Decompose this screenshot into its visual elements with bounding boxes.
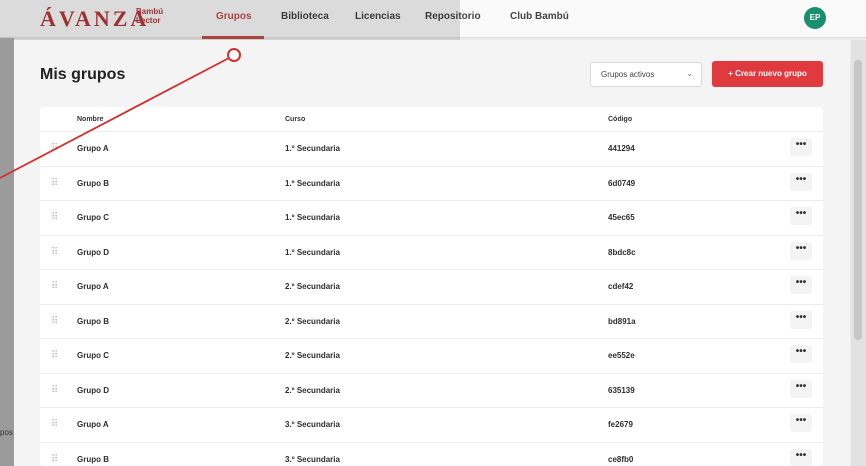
group-code: 635139: [608, 385, 635, 395]
nav-club-bambu[interactable]: Club Bambú: [510, 11, 569, 22]
side-text-fragment: pos: [0, 428, 13, 437]
create-group-button[interactable]: + Crear nuevo grupo: [712, 61, 823, 87]
group-course: 1.º Secundaria: [285, 213, 340, 222]
brand-sub-line-2: Lector: [136, 16, 161, 25]
more-options-icon[interactable]: •••: [790, 241, 812, 260]
group-name[interactable]: Grupo C: [77, 213, 109, 222]
table-row[interactable]: ⠿ Grupo A 1.º Secundaria 441294 •••: [40, 131, 823, 166]
group-code: bd891a: [608, 316, 636, 326]
drag-handle-icon[interactable]: ⠿: [51, 419, 58, 430]
drag-handle-icon[interactable]: ⠿: [51, 247, 58, 258]
drag-handle-icon[interactable]: ⠿: [51, 454, 58, 465]
group-status-value: Grupos activos: [601, 70, 655, 79]
group-name[interactable]: Grupo D: [77, 248, 109, 257]
group-name[interactable]: Grupo B: [77, 455, 109, 464]
group-name[interactable]: Grupo D: [77, 386, 109, 395]
group-course: 2.º Secundaria: [285, 351, 340, 360]
table-header: Nombre Curso Código: [40, 107, 823, 131]
group-status-select[interactable]: Grupos activos ⌄: [590, 62, 702, 87]
table-row[interactable]: ⠿ Grupo B 2.º Secundaria bd891a •••: [40, 303, 823, 339]
more-options-icon[interactable]: •••: [790, 276, 812, 294]
brand-sublogo: Bambú Lector: [136, 7, 163, 25]
group-course: 3.º Secundaria: [285, 420, 340, 429]
group-code: ce8fb0: [608, 454, 634, 464]
more-options-icon[interactable]: •••: [790, 207, 812, 225]
brand-logo[interactable]: ÁVANZA: [40, 6, 149, 32]
drag-handle-icon[interactable]: ⠿: [51, 178, 58, 189]
header-course[interactable]: Curso: [285, 116, 305, 123]
more-options-icon[interactable]: •••: [790, 448, 812, 466]
group-name[interactable]: Grupo B: [77, 317, 109, 326]
drag-handle-icon[interactable]: ⠿: [51, 385, 58, 396]
group-course: 3.º Secundaria: [285, 454, 340, 464]
group-code: 6d0749: [608, 178, 636, 188]
group-name[interactable]: Grupo A: [77, 282, 109, 291]
group-name[interactable]: Grupo B: [77, 179, 109, 188]
table-row[interactable]: ⠿ Grupo B 3.º Secundaria ce8fb0 •••: [40, 441, 823, 466]
table-row[interactable]: ⠿ Grupo A 2.º Secundaria cdef42 •••: [40, 269, 823, 304]
group-code: 45ec65: [608, 213, 635, 222]
scrollbar-thumb[interactable]: [854, 60, 862, 340]
group-name[interactable]: Grupo C: [77, 351, 109, 360]
nav-grupos[interactable]: Grupos: [216, 11, 252, 22]
group-code: fe2679: [608, 420, 633, 429]
more-options-icon[interactable]: •••: [790, 379, 812, 398]
drag-handle-icon[interactable]: ⠿: [51, 350, 58, 361]
group-code: 8bdc8c: [608, 247, 636, 257]
more-options-icon[interactable]: •••: [790, 172, 812, 191]
nav-biblioteca[interactable]: Biblioteca: [281, 11, 329, 22]
more-options-icon[interactable]: •••: [790, 310, 812, 329]
table-row[interactable]: ⠿ Grupo A 3.º Secundaria fe2679 •••: [40, 407, 823, 442]
drag-handle-icon[interactable]: ⠿: [51, 212, 58, 223]
groups-table: Nombre Curso Código ⠿ Grupo A 1.º Secundar…: [40, 107, 823, 466]
chevron-down-icon: ⌄: [686, 69, 693, 78]
header-name[interactable]: Nombre: [77, 116, 103, 123]
page-title: Mis grupos: [40, 66, 126, 83]
group-name[interactable]: Grupo A: [77, 144, 109, 153]
group-course: 2.º Secundaria: [285, 385, 340, 395]
group-course: 1.º Secundaria: [285, 178, 340, 188]
nav-licencias[interactable]: Licencias: [355, 11, 401, 22]
table-row[interactable]: ⠿ Grupo C 2.º Secundaria ee552e •••: [40, 338, 823, 373]
table-row[interactable]: ⠿ Grupo C 1.º Secundaria 45ec65 •••: [40, 200, 823, 235]
nav-repositorio[interactable]: Repositorio: [425, 11, 481, 22]
active-nav-indicator: [202, 36, 264, 39]
drag-handle-icon[interactable]: ⠿: [51, 143, 58, 154]
left-dim-strip: [0, 38, 14, 466]
group-course: 1.º Secundaria: [285, 144, 340, 153]
group-code: ee552e: [608, 351, 635, 360]
table-row[interactable]: ⠿ Grupo D 1.º Secundaria 8bdc8c •••: [40, 234, 823, 270]
drag-handle-icon[interactable]: ⠿: [51, 281, 58, 292]
more-options-icon[interactable]: •••: [790, 345, 812, 363]
more-options-icon[interactable]: •••: [790, 414, 812, 432]
group-code: 441294: [608, 144, 635, 153]
group-course: 1.º Secundaria: [285, 247, 340, 257]
group-course: 2.º Secundaria: [285, 316, 340, 326]
table-row[interactable]: ⠿ Grupo B 1.º Secundaria 6d0749 •••: [40, 165, 823, 201]
drag-handle-icon[interactable]: ⠿: [51, 316, 58, 327]
brand-sub-line-1: Bambú: [136, 7, 164, 16]
header-code[interactable]: Código: [608, 116, 632, 123]
group-course: 2.º Secundaria: [285, 282, 340, 291]
top-navigation-bar: ÁVANZA Bambú Lector Grupos Biblioteca Li…: [0, 0, 866, 39]
more-options-icon[interactable]: •••: [790, 138, 812, 156]
table-body: ⠿ Grupo A 1.º Secundaria 441294 ••• ⠿ Grupo B 1…: [40, 131, 823, 466]
group-code: cdef42: [608, 282, 634, 291]
user-avatar[interactable]: EP: [804, 7, 826, 29]
group-name[interactable]: Grupo A: [77, 420, 109, 429]
table-row[interactable]: ⠿ Grupo D 2.º Secundaria 635139 •••: [40, 372, 823, 408]
